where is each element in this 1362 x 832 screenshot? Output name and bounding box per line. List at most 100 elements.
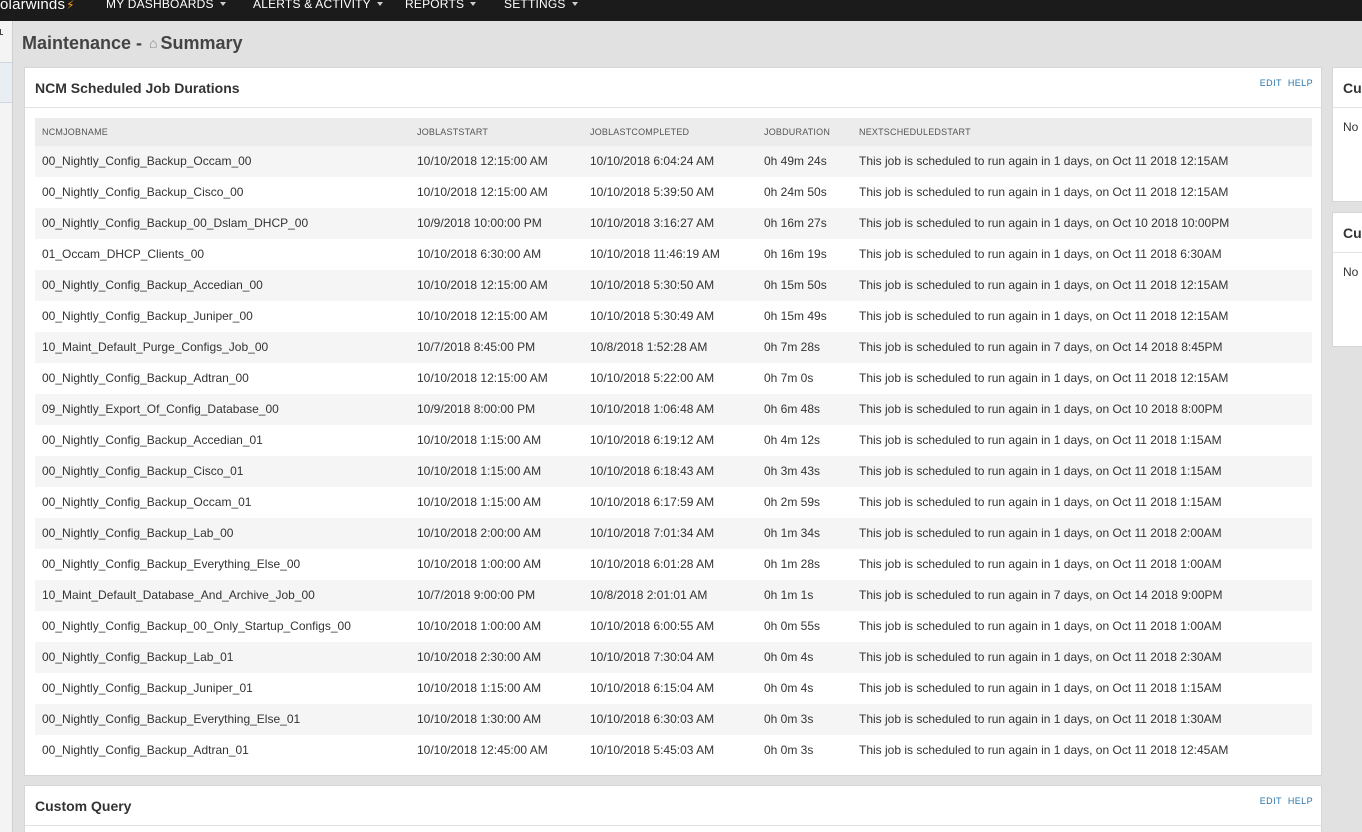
table-cell: 00_Nightly_Config_Backup_Lab_01 <box>42 650 234 664</box>
table-row: 09_Nightly_Export_Of_Config_Database_00 1… <box>35 394 1312 425</box>
table-cell: 10/10/2018 5:45:03 AM <box>590 743 715 757</box>
table-cell: 00_Nightly_Config_Backup_Adtran_00 <box>42 371 249 385</box>
panel-actions: EDIT HELP <box>1254 78 1313 88</box>
table-cell: 10/10/2018 11:46:19 AM <box>590 247 720 261</box>
table-cell: 0h 6m 48s <box>764 402 821 416</box>
help-link[interactable]: HELP <box>1288 796 1313 806</box>
table-cell: 0h 0m 3s <box>764 743 814 757</box>
table-cell: 10/10/2018 3:16:27 AM <box>590 216 715 230</box>
table-row: 00_Nightly_Config_Backup_Adtran_00 10/10/… <box>35 363 1312 394</box>
table-cell: 00_Nightly_Config_Backup_Juniper_00 <box>42 309 253 323</box>
table-row: 01_Occam_DHCP_Clients_00 10/10/2018 6:30:… <box>35 239 1312 270</box>
table-cell: 00_Nightly_Config_Backup_Cisco_00 <box>42 185 244 199</box>
table-cell: This job is scheduled to run again in 1 … <box>859 650 1222 664</box>
table-cell: This job is scheduled to run again in 1 … <box>859 433 1222 447</box>
table-cell: 00_Nightly_Config_Backup_Accedian_00 <box>42 278 263 292</box>
table-cell: This job is scheduled to run again in 1 … <box>859 309 1229 323</box>
nav-label: REPORTS <box>405 0 465 11</box>
table-cell: 0h 24m 50s <box>764 185 827 199</box>
side-panel-text: No que <box>1343 265 1362 279</box>
table-cell: 10/10/2018 12:15:00 AM <box>417 309 548 323</box>
home-icon[interactable]: ⌂ <box>149 35 157 51</box>
job-durations-panel: NCM Scheduled Job Durations EDIT HELP NCM… <box>24 67 1322 776</box>
table-cell: 10/10/2018 1:15:00 AM <box>417 433 542 447</box>
table-cell: This job is scheduled to run again in 7 … <box>859 340 1223 354</box>
table-cell: 00_Nightly_Config_Backup_00_Only_Startup… <box>42 619 351 633</box>
table-cell: 0h 16m 27s <box>764 216 827 230</box>
table-cell: 09_Nightly_Export_Of_Config_Database_00 <box>42 402 279 416</box>
table-cell: 10/10/2018 1:15:00 AM <box>417 495 542 509</box>
table-cell: 0h 16m 19s <box>764 247 827 261</box>
table-cell: 10/10/2018 6:01:28 AM <box>590 557 715 571</box>
table-cell: 0h 3m 43s <box>764 464 821 478</box>
table-cell: 10/7/2018 8:45:00 PM <box>417 340 536 354</box>
table-row: 00_Nightly_Config_Backup_Juniper_01 10/10… <box>35 673 1312 704</box>
table-cell: 10_Maint_Default_Purge_Configs_Job_00 <box>42 340 269 354</box>
side-panel-text: No que <box>1343 120 1362 134</box>
solarwinds-logo[interactable]: olarwinds⚡ <box>0 0 75 13</box>
table-cell: 10/10/2018 12:15:00 AM <box>417 278 548 292</box>
table-cell: 10/10/2018 12:15:00 AM <box>417 185 548 199</box>
edit-link[interactable]: EDIT <box>1260 78 1282 88</box>
panel-divider <box>1333 252 1362 253</box>
table-cell: 00_Nightly_Config_Backup_Cisco_01 <box>42 464 244 478</box>
table-cell: 00_Nightly_Config_Backup_Juniper_01 <box>42 681 253 695</box>
table-row: 00_Nightly_Config_Backup_Juniper_00 10/10… <box>35 301 1312 332</box>
column-header[interactable]: JOBDURATION <box>764 127 830 137</box>
table-cell: 10/10/2018 7:30:04 AM <box>590 650 715 664</box>
table-body: 00_Nightly_Config_Backup_Occam_00 10/10/2… <box>35 146 1312 766</box>
table-cell: This job is scheduled to run again in 1 … <box>859 278 1229 292</box>
table-row: 00_Nightly_Config_Backup_Adtran_01 10/10/… <box>35 735 1312 766</box>
table-cell: 00_Nightly_Config_Backup_Occam_01 <box>42 495 252 509</box>
nav-reports[interactable]: REPORTS <box>405 0 477 11</box>
brand-name: olarwinds <box>0 0 66 13</box>
column-header[interactable]: JOBLASTCOMPLETED <box>590 127 689 137</box>
table-cell: This job is scheduled to run again in 1 … <box>859 216 1230 230</box>
table-cell: This job is scheduled to run again in 1 … <box>859 619 1222 633</box>
table-cell: 0h 1m 1s <box>764 588 814 602</box>
table-cell: 00_Nightly_Config_Backup_Adtran_01 <box>42 743 249 757</box>
help-link[interactable]: HELP <box>1288 78 1313 88</box>
table-cell: 10/9/2018 8:00:00 PM <box>417 402 536 416</box>
chevron-down-icon <box>470 2 477 6</box>
table-cell: 10/10/2018 5:30:50 AM <box>590 278 715 292</box>
table-cell: 10/10/2018 6:17:59 AM <box>590 495 715 509</box>
nav-my-dashboards[interactable]: MY DASHBOARDS <box>106 0 226 11</box>
table-cell: This job is scheduled to run again in 1 … <box>859 557 1222 571</box>
table-cell: 10/10/2018 6:30:03 AM <box>590 712 715 726</box>
collapse-handle-icon[interactable] <box>0 29 3 35</box>
table-row: 00_Nightly_Config_Backup_Lab_01 10/10/201… <box>35 642 1312 673</box>
panel-divider <box>25 107 1321 108</box>
table-cell: 10/10/2018 1:00:00 AM <box>417 557 542 571</box>
table-cell: 10/10/2018 6:00:55 AM <box>590 619 715 633</box>
chevron-down-icon <box>376 2 383 6</box>
side-panel-title: Cu <box>1343 80 1362 96</box>
left-rail-tab[interactable] <box>0 62 12 103</box>
table-cell: 0h 0m 55s <box>764 619 821 633</box>
edit-link[interactable]: EDIT <box>1260 796 1282 806</box>
table-cell: 10/8/2018 1:52:28 AM <box>590 340 708 354</box>
table-cell: 10/10/2018 5:22:00 AM <box>590 371 715 385</box>
table-row: 00_Nightly_Config_Backup_00_Only_Startup… <box>35 611 1312 642</box>
table-cell: 10/10/2018 12:45:00 AM <box>417 743 548 757</box>
column-header[interactable]: NEXTSCHEDULEDSTART <box>859 127 971 137</box>
table-row: 00_Nightly_Config_Backup_Everything_Else… <box>35 549 1312 580</box>
page-title: Maintenance - ⌂ Summary <box>22 33 243 54</box>
table-cell: 10/10/2018 6:30:00 AM <box>417 247 542 261</box>
table-cell: 0h 2m 59s <box>764 495 821 509</box>
table-row: 10_Maint_Default_Database_And_Archive_Jo… <box>35 580 1312 611</box>
nav-settings[interactable]: SETTINGS <box>504 0 578 11</box>
column-header[interactable]: NCMJOBNAME <box>42 127 108 137</box>
nav-alerts-activity[interactable]: ALERTS & ACTIVITY <box>253 0 383 11</box>
table-cell: 10/10/2018 6:19:12 AM <box>590 433 715 447</box>
table-cell: 10_Maint_Default_Database_And_Archive_Jo… <box>42 588 315 602</box>
table-cell: 10/10/2018 6:04:24 AM <box>590 154 715 168</box>
column-header[interactable]: JOBLASTSTART <box>417 127 488 137</box>
table-row: 00_Nightly_Config_Backup_Cisco_00 10/10/2… <box>35 177 1312 208</box>
table-cell: 10/10/2018 12:15:00 AM <box>417 371 548 385</box>
table-cell: 00_Nightly_Config_Backup_Everything_Else… <box>42 712 301 726</box>
left-rail <box>0 21 13 832</box>
chevron-down-icon <box>571 2 578 6</box>
table-cell: 10/10/2018 2:00:00 AM <box>417 526 542 540</box>
table-cell: 0h 4m 12s <box>764 433 821 447</box>
